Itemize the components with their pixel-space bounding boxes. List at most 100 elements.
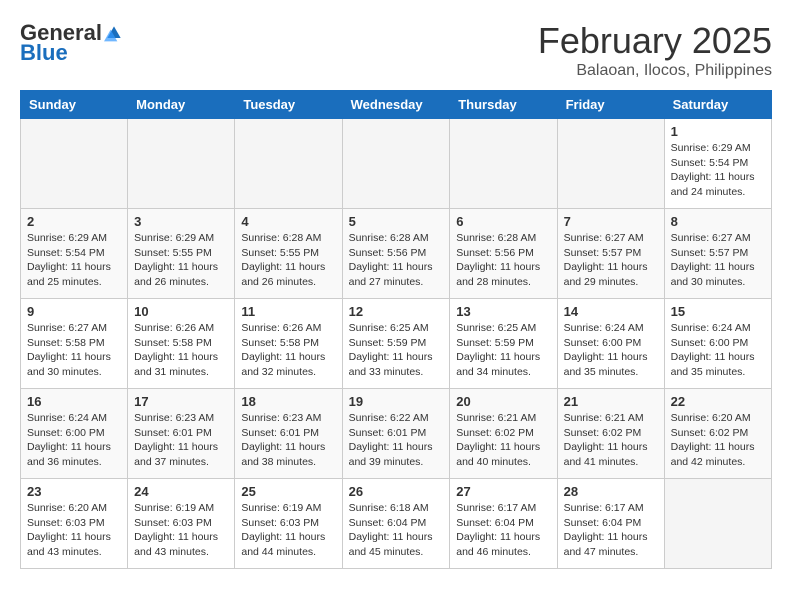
weekday-header-thursday: Thursday [450,91,557,119]
day-number: 10 [134,304,228,319]
day-info: Sunrise: 6:28 AM Sunset: 5:56 PM Dayligh… [349,231,444,290]
calendar-table: SundayMondayTuesdayWednesdayThursdayFrid… [20,90,772,569]
day-number: 24 [134,484,228,499]
day-info: Sunrise: 6:28 AM Sunset: 5:56 PM Dayligh… [456,231,550,290]
calendar-cell [557,119,664,209]
day-info: Sunrise: 6:28 AM Sunset: 5:55 PM Dayligh… [241,231,335,290]
day-number: 5 [349,214,444,229]
calendar-cell [450,119,557,209]
calendar-week-row: 9 Sunrise: 6:27 AM Sunset: 5:58 PM Daylig… [21,299,772,389]
day-number: 20 [456,394,550,409]
day-info: Sunrise: 6:27 AM Sunset: 5:57 PM Dayligh… [564,231,658,290]
day-info: Sunrise: 6:23 AM Sunset: 6:01 PM Dayligh… [241,411,335,470]
calendar-cell: 8 Sunrise: 6:27 AM Sunset: 5:57 PM Daylig… [664,209,771,299]
day-info: Sunrise: 6:20 AM Sunset: 6:02 PM Dayligh… [671,411,765,470]
day-number: 16 [27,394,121,409]
day-number: 19 [349,394,444,409]
day-info: Sunrise: 6:26 AM Sunset: 5:58 PM Dayligh… [241,321,335,380]
calendar-cell: 1 Sunrise: 6:29 AM Sunset: 5:54 PM Daylig… [664,119,771,209]
day-info: Sunrise: 6:17 AM Sunset: 6:04 PM Dayligh… [456,501,550,560]
day-info: Sunrise: 6:29 AM Sunset: 5:54 PM Dayligh… [27,231,121,290]
day-info: Sunrise: 6:29 AM Sunset: 5:55 PM Dayligh… [134,231,228,290]
calendar-cell: 22 Sunrise: 6:20 AM Sunset: 6:02 PM Dayli… [664,389,771,479]
day-number: 26 [349,484,444,499]
day-info: Sunrise: 6:27 AM Sunset: 5:58 PM Dayligh… [27,321,121,380]
day-number: 2 [27,214,121,229]
calendar-cell: 23 Sunrise: 6:20 AM Sunset: 6:03 PM Dayli… [21,479,128,569]
day-info: Sunrise: 6:19 AM Sunset: 6:03 PM Dayligh… [241,501,335,560]
calendar-cell: 3 Sunrise: 6:29 AM Sunset: 5:55 PM Daylig… [128,209,235,299]
calendar-cell [21,119,128,209]
page-header: General Blue February 2025 Balaoan, Iloc… [20,20,772,80]
logo-icon [104,23,124,43]
logo-blue-text: Blue [20,40,68,66]
calendar-cell: 19Sunrise: 6:22 AM Sunset: 6:01 PM Dayli… [342,389,450,479]
day-number: 1 [671,124,765,139]
day-number: 7 [564,214,658,229]
day-number: 4 [241,214,335,229]
weekday-header-monday: Monday [128,91,235,119]
day-number: 22 [671,394,765,409]
calendar-cell: 24 Sunrise: 6:19 AM Sunset: 6:03 PM Dayli… [128,479,235,569]
day-number: 11 [241,304,335,319]
day-info: Sunrise: 6:21 AM Sunset: 6:02 PM Dayligh… [456,411,550,470]
day-number: 3 [134,214,228,229]
day-number: 14 [564,304,658,319]
calendar-cell: 13Sunrise: 6:25 AM Sunset: 5:59 PM Dayli… [450,299,557,389]
day-number: 6 [456,214,550,229]
logo: General Blue [20,20,124,66]
calendar-cell: 4 Sunrise: 6:28 AM Sunset: 5:55 PM Daylig… [235,209,342,299]
calendar-week-row: 2 Sunrise: 6:29 AM Sunset: 5:54 PM Daylig… [21,209,772,299]
day-info: Sunrise: 6:23 AM Sunset: 6:01 PM Dayligh… [134,411,228,470]
day-number: 8 [671,214,765,229]
day-number: 27 [456,484,550,499]
calendar-header-row: SundayMondayTuesdayWednesdayThursdayFrid… [21,91,772,119]
day-info: Sunrise: 6:17 AM Sunset: 6:04 PM Dayligh… [564,501,658,560]
day-info: Sunrise: 6:18 AM Sunset: 6:04 PM Dayligh… [349,501,444,560]
day-info: Sunrise: 6:24 AM Sunset: 6:00 PM Dayligh… [564,321,658,380]
weekday-header-wednesday: Wednesday [342,91,450,119]
day-number: 15 [671,304,765,319]
calendar-cell: 12 Sunrise: 6:25 AM Sunset: 5:59 PM Dayli… [342,299,450,389]
calendar-cell: 7 Sunrise: 6:27 AM Sunset: 5:57 PM Daylig… [557,209,664,299]
day-info: Sunrise: 6:20 AM Sunset: 6:03 PM Dayligh… [27,501,121,560]
day-number: 25 [241,484,335,499]
calendar-cell: 15 Sunrise: 6:24 AM Sunset: 6:00 PM Dayli… [664,299,771,389]
day-info: Sunrise: 6:19 AM Sunset: 6:03 PM Dayligh… [134,501,228,560]
day-info: Sunrise: 6:27 AM Sunset: 5:57 PM Dayligh… [671,231,765,290]
calendar-cell: 21 Sunrise: 6:21 AM Sunset: 6:02 PM Dayli… [557,389,664,479]
day-info: Sunrise: 6:24 AM Sunset: 6:00 PM Dayligh… [671,321,765,380]
calendar-cell [128,119,235,209]
day-number: 23 [27,484,121,499]
calendar-cell [235,119,342,209]
calendar-cell: 2 Sunrise: 6:29 AM Sunset: 5:54 PM Daylig… [21,209,128,299]
day-number: 17 [134,394,228,409]
weekday-header-sunday: Sunday [21,91,128,119]
calendar-cell: 14 Sunrise: 6:24 AM Sunset: 6:00 PM Dayli… [557,299,664,389]
calendar-cell: 5 Sunrise: 6:28 AM Sunset: 5:56 PM Daylig… [342,209,450,299]
weekday-header-saturday: Saturday [664,91,771,119]
day-number: 12 [349,304,444,319]
calendar-week-row: 1 Sunrise: 6:29 AM Sunset: 5:54 PM Daylig… [21,119,772,209]
title-block: February 2025 Balaoan, Ilocos, Philippin… [538,20,772,80]
calendar-cell: 18 Sunrise: 6:23 AM Sunset: 6:01 PM Dayli… [235,389,342,479]
day-info: Sunrise: 6:26 AM Sunset: 5:58 PM Dayligh… [134,321,228,380]
day-info: Sunrise: 6:21 AM Sunset: 6:02 PM Dayligh… [564,411,658,470]
month-year-title: February 2025 [538,20,772,62]
day-number: 13 [456,304,550,319]
day-number: 21 [564,394,658,409]
day-number: 9 [27,304,121,319]
calendar-cell [664,479,771,569]
calendar-cell: 25 Sunrise: 6:19 AM Sunset: 6:03 PM Dayli… [235,479,342,569]
day-number: 18 [241,394,335,409]
calendar-cell: 10 Sunrise: 6:26 AM Sunset: 5:58 PM Dayli… [128,299,235,389]
location-subtitle: Balaoan, Ilocos, Philippines [538,62,772,80]
calendar-cell: 20 Sunrise: 6:21 AM Sunset: 6:02 PM Dayli… [450,389,557,479]
day-info: Sunrise: 6:29 AM Sunset: 5:54 PM Dayligh… [671,141,765,200]
calendar-cell [342,119,450,209]
calendar-week-row: 23 Sunrise: 6:20 AM Sunset: 6:03 PM Dayli… [21,479,772,569]
calendar-cell: 26 Sunrise: 6:18 AM Sunset: 6:04 PM Dayli… [342,479,450,569]
calendar-cell: 28Sunrise: 6:17 AM Sunset: 6:04 PM Dayli… [557,479,664,569]
day-info: Sunrise: 6:25 AM Sunset: 5:59 PM Dayligh… [349,321,444,380]
calendar-cell: 16Sunrise: 6:24 AM Sunset: 6:00 PM Dayli… [21,389,128,479]
